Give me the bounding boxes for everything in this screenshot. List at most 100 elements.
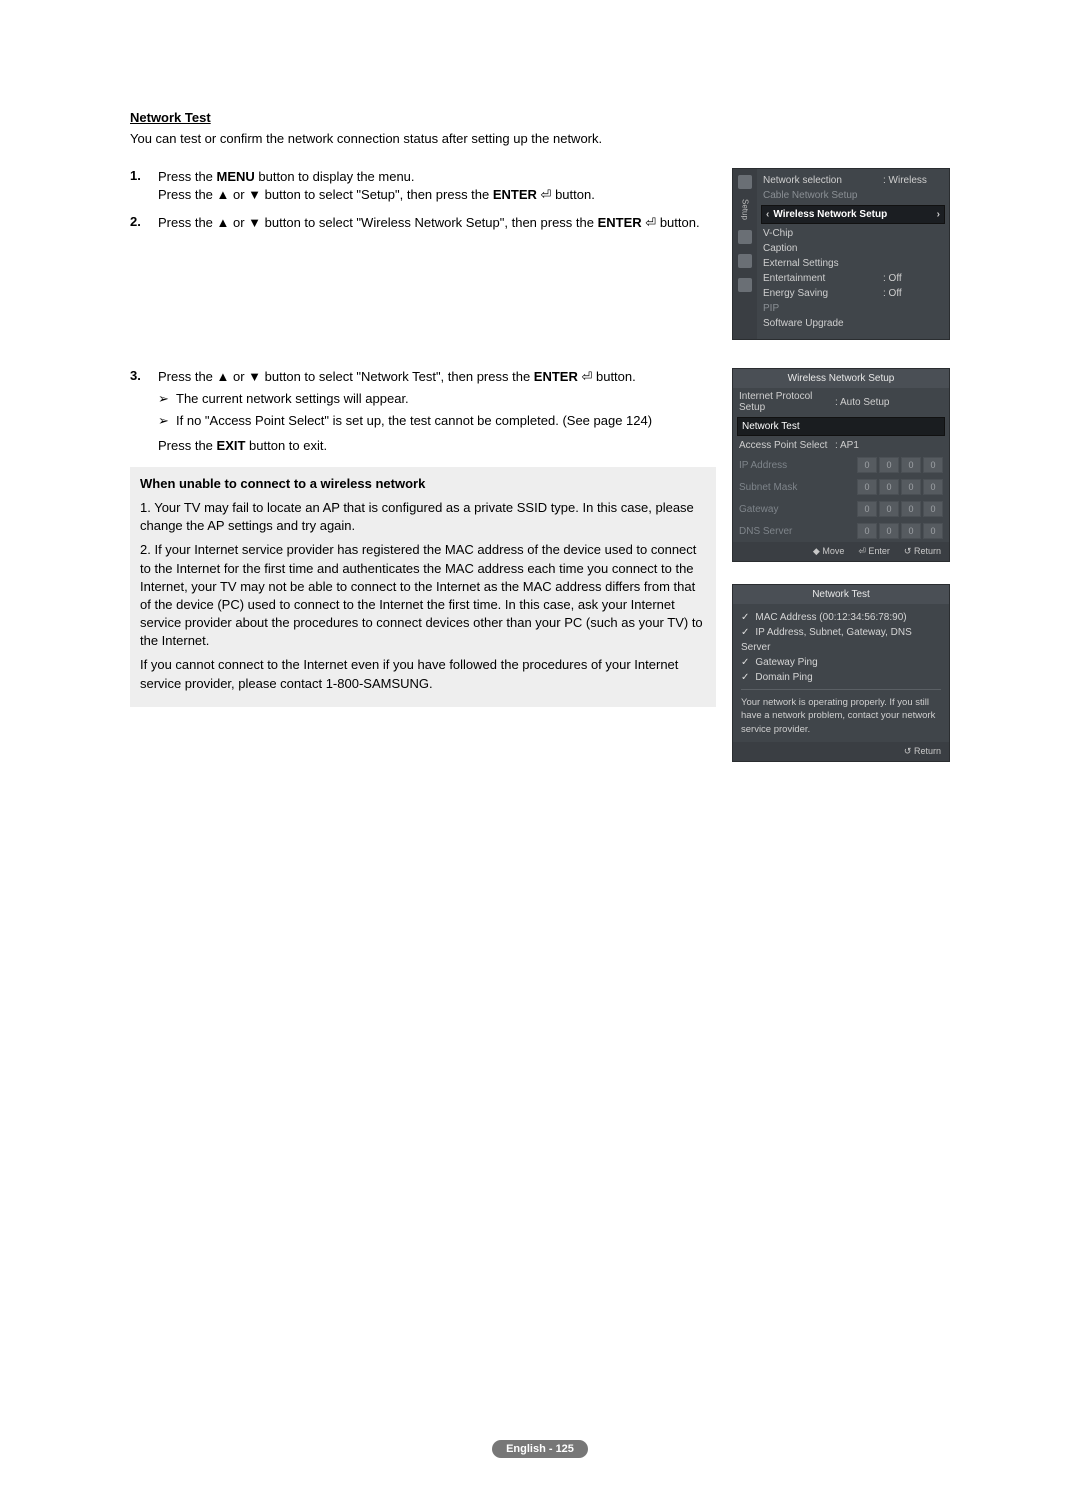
v: : Off (883, 288, 943, 299)
step-2: 2. Press the ▲ or ▼ button to select "Wi… (130, 214, 716, 232)
label: Wireless Network Setup (773, 209, 887, 220)
arrow-icon: ➢ (158, 412, 176, 430)
sidebar-icon (738, 175, 752, 189)
menu-key: MENU (217, 169, 255, 184)
osd-row: PIP (763, 301, 943, 316)
updown-icon: ◆ (813, 546, 820, 556)
chevron-right-icon: › (937, 209, 940, 220)
k: Network selection (763, 175, 883, 186)
t: button to exit. (245, 438, 327, 453)
return-icon: ↺ (904, 546, 912, 556)
osd-selected-row[interactable]: ‹ Wireless Network Setup › (761, 205, 945, 224)
enter-key: ENTER (493, 187, 537, 202)
osd-row: Access Point Select: AP1 (733, 437, 949, 454)
step-num: 3. (130, 368, 158, 455)
ip-cells: 0000 (857, 457, 943, 473)
ip-cells: 0000 (857, 523, 943, 539)
chevron-left-icon: ‹ (766, 209, 769, 220)
k: Cable Network Setup (763, 190, 943, 201)
info-p3: If you cannot connect to the Internet ev… (140, 656, 706, 692)
return-hint: ↺ Return (904, 546, 941, 557)
k: Entertainment (763, 273, 883, 284)
enter-icon: ⏎ (858, 546, 866, 556)
t: button. (551, 187, 594, 202)
ip-cells: 0000 (857, 501, 943, 517)
k: IP Address (739, 460, 835, 471)
osd-title: Wireless Network Setup (733, 369, 949, 388)
osd-footer: ↺ Return (733, 742, 949, 761)
move-hint: ◆ Move (813, 546, 844, 557)
enter-icon: ⏎ (645, 215, 656, 230)
sidebar-icon (738, 230, 752, 244)
t: Press the (158, 169, 217, 184)
info-p1: 1. Your TV may fail to locate an AP that… (140, 499, 706, 535)
k: PIP (763, 303, 943, 314)
return-icon: ↺ (904, 746, 912, 756)
enter-key: ENTER (598, 215, 642, 230)
sidebar-label: Setup (741, 199, 750, 220)
exit-key: EXIT (217, 438, 246, 453)
k: External Settings (763, 258, 943, 269)
sidebar-icon (738, 254, 752, 268)
test-item: Gateway Ping (741, 655, 941, 670)
osd-row: Cable Network Setup (763, 188, 943, 203)
enter-hint: ⏎ Enter (858, 546, 890, 557)
enter-key: ENTER (534, 369, 578, 384)
step-num: 2. (130, 214, 158, 232)
enter-icon: ⏎ (541, 187, 552, 202)
k: Caption (763, 243, 943, 254)
osd-setup-menu: Setup Network selection: Wireless Cable … (732, 168, 950, 340)
intro-text: You can test or confirm the network conn… (130, 131, 950, 146)
osd-wireless-setup: Wireless Network Setup Internet Protocol… (732, 368, 950, 562)
t: Press the ▲ or ▼ button to select "Setup… (158, 187, 493, 202)
k: V-Chip (763, 228, 943, 239)
osd-ip-row: Gateway 0000 (733, 498, 949, 520)
v: : Wireless (883, 175, 943, 186)
osd-title: Network Test (733, 585, 949, 604)
step-3: 3. Press the ▲ or ▼ button to select "Ne… (130, 368, 716, 455)
test-item: IP Address, Subnet, Gateway, DNS Server (741, 625, 941, 655)
v: : Auto Setup (835, 397, 890, 408)
osd-row: Software Upgrade (763, 316, 943, 331)
osd-row: External Settings (763, 256, 943, 271)
t: button. (592, 369, 635, 384)
v: : Off (883, 273, 943, 284)
test-item: Domain Ping (741, 670, 941, 685)
osd-row: Caption (763, 241, 943, 256)
osd-network-test: Network Test MAC Address (00:12:34:56:78… (732, 584, 950, 762)
k: Network Test (742, 421, 838, 432)
t: Press the ▲ or ▼ button to select "Netwo… (158, 369, 534, 384)
k: Software Upgrade (763, 318, 943, 329)
info-box: When unable to connect to a wireless net… (130, 467, 716, 707)
section-title: Network Test (130, 110, 950, 125)
k: Energy Saving (763, 288, 883, 299)
page-footer: English - 125 (0, 1440, 1080, 1458)
k: DNS Server (739, 526, 835, 537)
k: Internet Protocol Setup (739, 391, 835, 413)
osd-selected-row[interactable]: Network Test (737, 417, 945, 436)
k: Gateway (739, 504, 835, 515)
sidebar-icon (738, 278, 752, 292)
osd-row: V-Chip (763, 226, 943, 241)
v: : AP1 (835, 440, 859, 451)
test-message: Your network is operating properly. If y… (741, 696, 941, 736)
t: Press the ▲ or ▼ button to select "Wirel… (158, 215, 598, 230)
osd-sidebar: Setup (733, 169, 757, 339)
t: button to display the menu. (255, 169, 415, 184)
t: Press the (158, 438, 217, 453)
osd-ip-row: DNS Server 0000 (733, 520, 949, 542)
k: Access Point Select (739, 440, 835, 451)
osd-footer: ◆ Move ⏎ Enter ↺ Return (733, 542, 949, 561)
t: If no "Access Point Select" is set up, t… (176, 412, 652, 430)
osd-row: Internet Protocol Setup: Auto Setup (733, 388, 949, 416)
info-title: When unable to connect to a wireless net… (140, 475, 706, 493)
osd-row: Entertainment: Off (763, 271, 943, 286)
enter-icon: ⏎ (581, 369, 592, 384)
step-1: 1. Press the MENU button to display the … (130, 168, 716, 204)
page-number-pill: English - 125 (492, 1440, 588, 1458)
info-p2: 2. If your Internet service provider has… (140, 541, 706, 650)
k: Subnet Mask (739, 482, 835, 493)
return-hint: ↺ Return (904, 746, 941, 757)
test-item: MAC Address (00:12:34:56:78:90) (741, 610, 941, 625)
osd-ip-row: Subnet Mask0000 (733, 476, 949, 498)
